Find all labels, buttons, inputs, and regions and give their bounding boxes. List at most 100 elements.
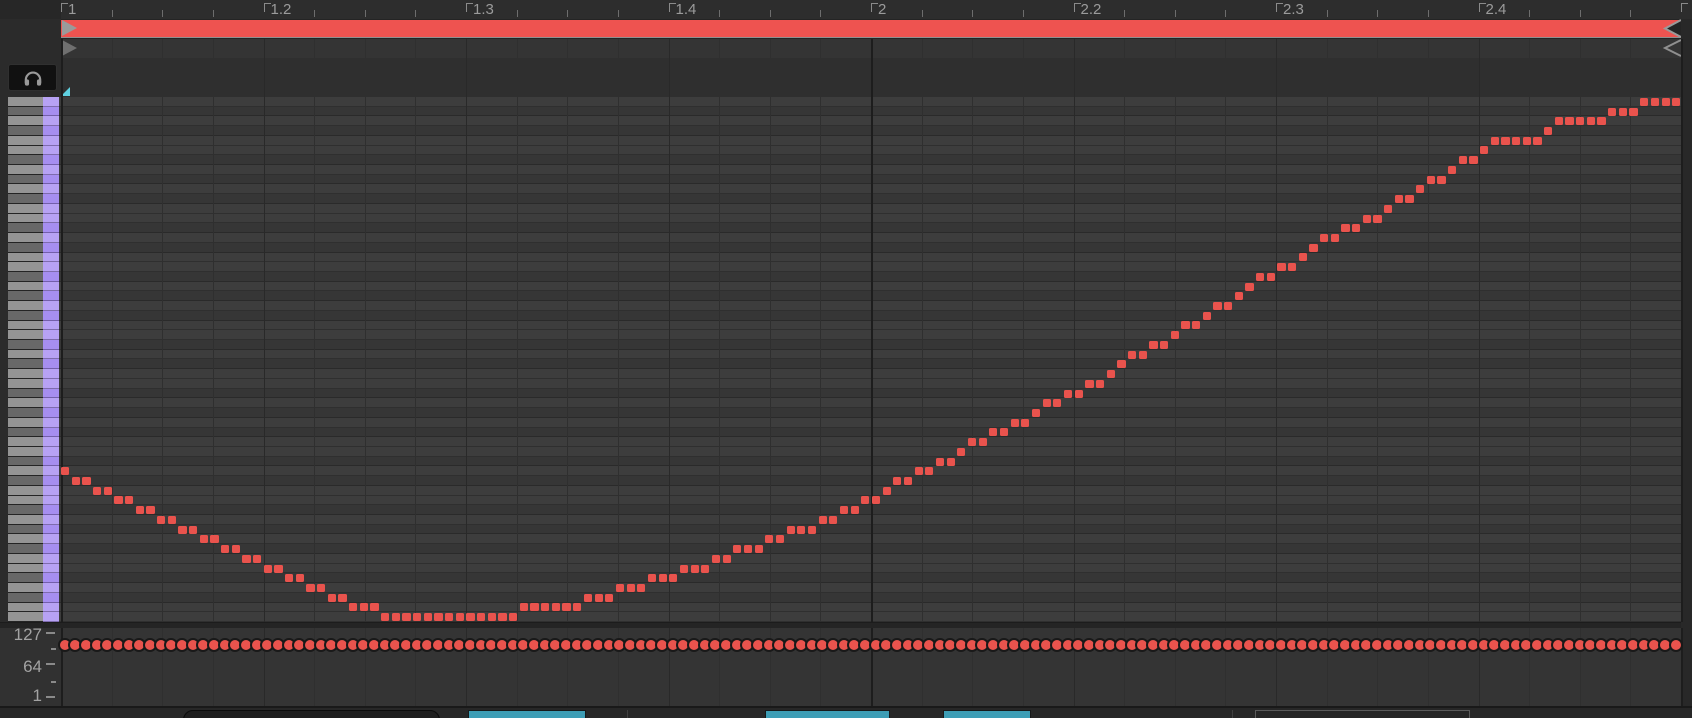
midi-note[interactable] bbox=[1202, 311, 1211, 320]
midi-note[interactable] bbox=[157, 515, 166, 524]
midi-note[interactable] bbox=[754, 545, 763, 554]
piano-key[interactable] bbox=[8, 446, 43, 457]
midi-note[interactable] bbox=[477, 613, 486, 622]
midi-note[interactable] bbox=[146, 506, 155, 515]
piano-key[interactable] bbox=[8, 155, 43, 166]
midi-note[interactable] bbox=[1480, 146, 1489, 155]
midi-note[interactable] bbox=[871, 496, 881, 505]
midi-note[interactable] bbox=[775, 535, 785, 544]
midi-note[interactable] bbox=[1149, 340, 1158, 349]
piano-key[interactable] bbox=[8, 515, 43, 525]
clip-start-marker[interactable] bbox=[62, 40, 77, 56]
midi-note[interactable] bbox=[551, 603, 560, 612]
piano-key[interactable] bbox=[8, 252, 43, 263]
midi-note[interactable] bbox=[71, 477, 80, 486]
piano-key[interactable] bbox=[8, 427, 43, 438]
mode-pill-button[interactable] bbox=[183, 710, 440, 718]
midi-preview-button[interactable] bbox=[8, 64, 57, 91]
midi-note[interactable] bbox=[1597, 117, 1606, 126]
midi-note[interactable] bbox=[1213, 302, 1222, 311]
midi-note[interactable] bbox=[850, 506, 859, 515]
midi-note[interactable] bbox=[135, 506, 144, 515]
piano-key[interactable] bbox=[8, 544, 43, 554]
piano-key[interactable] bbox=[8, 194, 43, 204]
midi-note[interactable] bbox=[562, 603, 571, 612]
piano-key[interactable] bbox=[8, 116, 43, 127]
piano-key[interactable] bbox=[8, 242, 43, 253]
piano-key[interactable] bbox=[8, 223, 43, 234]
midi-note[interactable] bbox=[295, 574, 304, 583]
midi-note[interactable] bbox=[626, 583, 635, 592]
midi-note[interactable] bbox=[1458, 156, 1467, 165]
piano-key[interactable] bbox=[8, 135, 43, 146]
midi-note[interactable] bbox=[935, 457, 945, 466]
midi-note[interactable] bbox=[253, 554, 262, 563]
midi-note[interactable] bbox=[1362, 214, 1371, 223]
midi-note[interactable] bbox=[690, 564, 699, 573]
midi-note[interactable] bbox=[1170, 331, 1179, 340]
midi-note[interactable] bbox=[1384, 204, 1393, 213]
midi-note[interactable] bbox=[327, 593, 336, 602]
piano-key[interactable] bbox=[8, 340, 43, 350]
midi-note[interactable] bbox=[1352, 224, 1361, 233]
midi-note[interactable] bbox=[1234, 292, 1243, 301]
midi-note[interactable] bbox=[370, 603, 379, 612]
midi-note[interactable] bbox=[1608, 107, 1617, 116]
midi-note[interactable] bbox=[210, 535, 219, 544]
midi-note[interactable] bbox=[701, 564, 710, 573]
midi-note[interactable] bbox=[711, 554, 721, 563]
midi-note[interactable] bbox=[967, 438, 977, 447]
midi-note[interactable] bbox=[434, 613, 443, 622]
piano-key[interactable] bbox=[8, 310, 43, 321]
midi-note[interactable] bbox=[743, 545, 753, 554]
midi-note[interactable] bbox=[1106, 370, 1115, 379]
midi-note[interactable] bbox=[914, 467, 923, 476]
midi-note[interactable] bbox=[925, 467, 934, 476]
ruler-beat-label[interactable]: 1 bbox=[68, 1, 76, 18]
midi-note[interactable] bbox=[466, 613, 475, 622]
midi-note[interactable] bbox=[189, 525, 198, 534]
midi-note[interactable] bbox=[93, 486, 102, 495]
piano-key[interactable] bbox=[8, 145, 43, 156]
midi-note[interactable] bbox=[647, 574, 657, 583]
midi-note[interactable] bbox=[61, 467, 70, 476]
clip-end-marker[interactable] bbox=[1660, 39, 1682, 57]
midi-note[interactable] bbox=[989, 428, 998, 437]
midi-note[interactable] bbox=[1341, 224, 1350, 233]
piano-key[interactable] bbox=[8, 330, 43, 341]
ruler-beat-label[interactable]: 2 bbox=[878, 1, 886, 18]
midi-note[interactable] bbox=[1394, 195, 1403, 204]
piano-key[interactable] bbox=[8, 398, 43, 409]
midi-note[interactable] bbox=[733, 545, 742, 554]
midi-note[interactable] bbox=[1501, 136, 1510, 145]
midi-note[interactable] bbox=[658, 574, 667, 583]
piano-key[interactable] bbox=[8, 524, 43, 535]
midi-note[interactable] bbox=[1512, 136, 1521, 145]
midi-note[interactable] bbox=[1309, 243, 1318, 252]
piano-key[interactable] bbox=[8, 417, 43, 428]
midi-note[interactable] bbox=[1074, 389, 1083, 398]
midi-note[interactable] bbox=[509, 613, 518, 622]
midi-note[interactable] bbox=[807, 525, 817, 534]
piano-key[interactable] bbox=[8, 126, 43, 136]
midi-note[interactable] bbox=[455, 613, 464, 622]
value-field[interactable] bbox=[943, 710, 1031, 718]
piano-key[interactable] bbox=[8, 456, 43, 467]
midi-note[interactable] bbox=[413, 613, 422, 622]
midi-note[interactable] bbox=[594, 593, 603, 602]
midi-note[interactable] bbox=[1085, 379, 1094, 388]
midi-note[interactable] bbox=[381, 613, 390, 622]
midi-note[interactable] bbox=[487, 613, 496, 622]
midi-note[interactable] bbox=[893, 477, 902, 486]
midi-note[interactable] bbox=[1640, 97, 1649, 106]
midi-note[interactable] bbox=[338, 593, 347, 602]
value-field[interactable] bbox=[468, 710, 586, 718]
ruler-beat-label[interactable]: 1.4 bbox=[676, 1, 697, 18]
midi-note[interactable] bbox=[530, 603, 539, 612]
piano-key[interactable] bbox=[8, 612, 43, 622]
midi-note[interactable] bbox=[519, 603, 528, 612]
midi-note[interactable] bbox=[722, 554, 731, 563]
midi-note[interactable] bbox=[999, 428, 1009, 437]
midi-note[interactable] bbox=[1031, 408, 1041, 417]
midi-note[interactable] bbox=[498, 613, 507, 622]
